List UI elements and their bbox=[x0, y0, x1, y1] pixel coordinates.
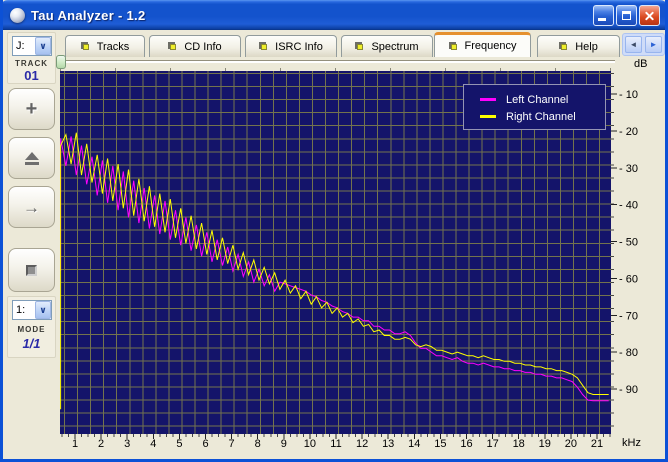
svg-text:14: 14 bbox=[408, 438, 420, 450]
slider-tick bbox=[445, 68, 446, 71]
svg-text:- 80: - 80 bbox=[619, 347, 638, 359]
mode-value: 1/1 bbox=[22, 336, 41, 351]
svg-text:12: 12 bbox=[356, 438, 368, 450]
svg-text:- 60: - 60 bbox=[619, 273, 638, 285]
track-group: J: ∨ TRACK 01 bbox=[7, 32, 56, 84]
slider-tick bbox=[225, 68, 226, 71]
svg-text:- 20: - 20 bbox=[619, 126, 638, 138]
svg-text:9: 9 bbox=[281, 438, 287, 450]
stop-icon bbox=[26, 264, 37, 276]
left-channel-swatch bbox=[480, 98, 496, 101]
svg-text:kHz: kHz bbox=[622, 437, 641, 449]
svg-text:20: 20 bbox=[565, 438, 577, 450]
tab-scroll-strip: ◄ ► bbox=[622, 33, 665, 56]
slider-tick bbox=[610, 68, 611, 71]
drive-dropdown-button[interactable]: ∨ bbox=[35, 37, 51, 55]
svg-text:15: 15 bbox=[434, 438, 446, 450]
arrow-right-icon: → bbox=[23, 197, 40, 217]
svg-text:- 70: - 70 bbox=[619, 310, 638, 322]
slider-tick bbox=[280, 68, 281, 71]
mode-select[interactable]: 1: ∨ bbox=[12, 300, 52, 320]
app-window: 1 2 3 4 5 6 7 8 9 10 11 12 13 14 15 16 17 18 19 20 21- 10- 2… bbox=[0, 0, 668, 462]
tab-scroll-right-button[interactable]: ► bbox=[645, 36, 662, 53]
svg-text:- 10: - 10 bbox=[619, 89, 638, 101]
svg-text:3: 3 bbox=[124, 438, 130, 450]
right-channel-swatch bbox=[480, 115, 496, 118]
tab-flag-icon bbox=[355, 42, 364, 51]
track-label: TRACK bbox=[15, 59, 48, 68]
svg-text:- 90: - 90 bbox=[619, 384, 638, 396]
stop-button[interactable] bbox=[8, 248, 55, 292]
legend-item-left: Left Channel bbox=[480, 91, 605, 108]
svg-text:18: 18 bbox=[513, 438, 525, 450]
drive-select[interactable]: J: ∨ bbox=[12, 36, 52, 56]
tab-flag-icon bbox=[259, 42, 268, 51]
eject-button[interactable] bbox=[8, 137, 55, 179]
svg-text:2: 2 bbox=[98, 438, 104, 450]
tab-flag-icon bbox=[168, 42, 177, 51]
slider-tick bbox=[335, 68, 336, 71]
svg-text:1: 1 bbox=[72, 438, 78, 450]
next-track-button[interactable]: → bbox=[8, 186, 55, 228]
tab-flag-icon bbox=[448, 41, 458, 51]
tab-tracks[interactable]: Tracks bbox=[65, 35, 145, 57]
tab-help[interactable]: Help bbox=[537, 35, 620, 57]
position-slider-track[interactable] bbox=[60, 60, 615, 63]
svg-text:5: 5 bbox=[176, 438, 182, 450]
chevron-down-icon: ∨ bbox=[39, 40, 47, 51]
position-slider-thumb[interactable] bbox=[56, 55, 66, 69]
mode-dropdown-button[interactable]: ∨ bbox=[35, 301, 51, 319]
svg-text:4: 4 bbox=[150, 438, 156, 450]
svg-text:- 50: - 50 bbox=[619, 237, 638, 249]
svg-text:21: 21 bbox=[591, 438, 603, 450]
mode-group: 1: ∨ MODE 1/1 bbox=[7, 296, 56, 358]
svg-text:8: 8 bbox=[255, 438, 261, 450]
svg-text:6: 6 bbox=[202, 438, 208, 450]
svg-text:13: 13 bbox=[382, 438, 394, 450]
track-number: 01 bbox=[24, 68, 39, 83]
tab-flag-icon bbox=[559, 42, 568, 51]
svg-text:- 40: - 40 bbox=[619, 200, 638, 212]
tab-frequency[interactable]: Frequency bbox=[434, 32, 531, 57]
slider-tick bbox=[500, 68, 501, 71]
chart-legend: Left Channel Right Channel bbox=[463, 84, 606, 130]
arrow-right-icon: ► bbox=[649, 40, 658, 49]
svg-text:- 30: - 30 bbox=[619, 163, 638, 175]
eject-icon bbox=[24, 151, 39, 165]
svg-text:17: 17 bbox=[486, 438, 498, 450]
svg-text:dB: dB bbox=[634, 58, 647, 70]
chevron-down-icon: ∨ bbox=[39, 304, 47, 315]
tab-isrc-info[interactable]: ISRC Info bbox=[245, 35, 337, 57]
svg-text:19: 19 bbox=[539, 438, 551, 450]
tab-spectrum[interactable]: Spectrum bbox=[341, 35, 433, 57]
tab-scroll-left-button[interactable]: ◄ bbox=[625, 36, 642, 53]
mode-label: MODE bbox=[17, 325, 46, 334]
svg-text:7: 7 bbox=[229, 438, 235, 450]
slider-tick bbox=[115, 68, 116, 71]
slider-tick bbox=[555, 68, 556, 71]
svg-text:10: 10 bbox=[304, 438, 316, 450]
slider-tick bbox=[170, 68, 171, 71]
svg-text:11: 11 bbox=[330, 438, 341, 450]
add-button[interactable]: + bbox=[8, 88, 55, 130]
slider-tick bbox=[390, 68, 391, 71]
arrow-left-icon: ◄ bbox=[629, 40, 638, 49]
plus-icon: + bbox=[25, 98, 38, 120]
legend-item-right: Right Channel bbox=[480, 108, 605, 125]
svg-text:16: 16 bbox=[460, 438, 472, 450]
tab-flag-icon bbox=[80, 42, 90, 51]
tab-cd-info[interactable]: CD Info bbox=[149, 35, 241, 57]
